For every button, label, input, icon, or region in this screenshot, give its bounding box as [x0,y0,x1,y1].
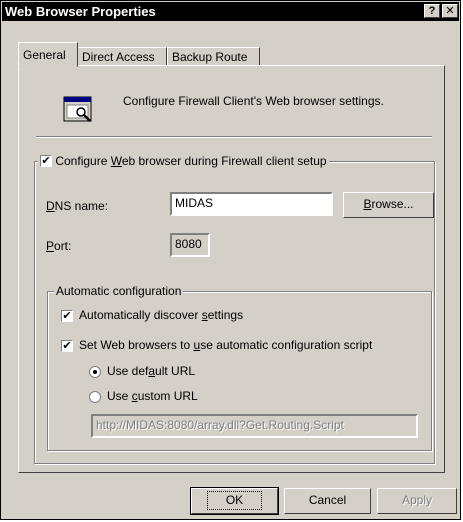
browser-settings-icon [63,96,95,124]
custom-url-label-pre: Use [107,389,132,403]
configure-browser-label-accel: W [110,153,122,168]
port-label-accel: P [46,239,55,253]
tab-general-label: General [23,48,66,62]
tab-direct-access-label: Direct Access [82,50,155,64]
auto-discover-label[interactable]: Automatically discover settings [79,308,243,322]
configure-browser-label-post: eb browser during Firewall client setup [121,153,327,168]
cancel-button[interactable]: Cancel [284,488,371,514]
configure-browser-checkbox-row[interactable]: ✔ Configure Web browser during Firewall … [38,153,329,168]
close-button[interactable]: ✕ [442,4,458,18]
port-input[interactable]: 8080 [170,233,210,257]
browse-accel: B [363,197,372,211]
default-url-radio[interactable] [89,366,101,378]
header-description: Configure Firewall Client's Web browser … [123,94,384,108]
ok-label: OK [206,491,263,510]
browse-label: rowse... [371,197,414,211]
port-label: Port: [46,239,71,253]
tab-general[interactable]: General [18,42,78,67]
auto-discover-label-post: ettings [207,308,244,322]
custom-url-input[interactable]: http://MIDAS:8080/array.dll?Get.Routing.… [91,414,418,438]
tab-direct-access[interactable]: Direct Access [77,47,167,66]
tab-backup-route[interactable]: Backup Route [167,47,260,66]
apply-button[interactable]: Apply [377,488,457,514]
default-url-label-pre: Use def [107,364,149,378]
config-script-label-post: se automatic configuration script [200,338,373,352]
title-bar: Web Browser Properties ? ✕ [2,2,459,21]
separator [36,136,432,138]
dns-name-label: DNS name: [46,199,108,213]
custom-url-label[interactable]: Use custom URL [107,389,198,403]
custom-url-label-post: ustom URL [137,389,198,403]
custom-url-radio[interactable] [89,391,101,403]
auto-discover-label-pre: Automatically discover [79,308,202,322]
configure-browser-label: Configure Web browser during Firewall cl… [55,154,326,168]
dns-name-input[interactable]: MIDAS [170,192,333,216]
radio-selected-dot [93,370,97,374]
help-button[interactable]: ? [424,4,440,18]
browse-button[interactable]: Browse... [343,192,434,218]
config-script-label-pre: Set Web browsers to [79,338,194,352]
configure-browser-label-pre: Configure [55,153,111,168]
default-url-label[interactable]: Use default URL [107,364,195,378]
dns-label-post: NS name: [54,199,109,213]
window-title: Web Browser Properties [5,4,156,19]
dns-label-accel: D [46,199,55,213]
config-script-label[interactable]: Set Web browsers to use automatic config… [79,338,372,352]
port-label-post: ort: [54,239,72,253]
default-url-label-post: ult URL [155,364,196,378]
tab-backup-route-label: Backup Route [172,50,248,64]
automatic-config-title: Automatic configuration [54,284,184,298]
auto-discover-checkbox[interactable]: ✔ [61,310,73,322]
config-script-checkbox[interactable]: ✔ [61,340,73,352]
configure-browser-checkbox[interactable]: ✔ [40,154,52,167]
ok-button[interactable]: OK [190,487,279,515]
properties-dialog: Web Browser Properties ? ✕ General Direc… [0,0,461,520]
